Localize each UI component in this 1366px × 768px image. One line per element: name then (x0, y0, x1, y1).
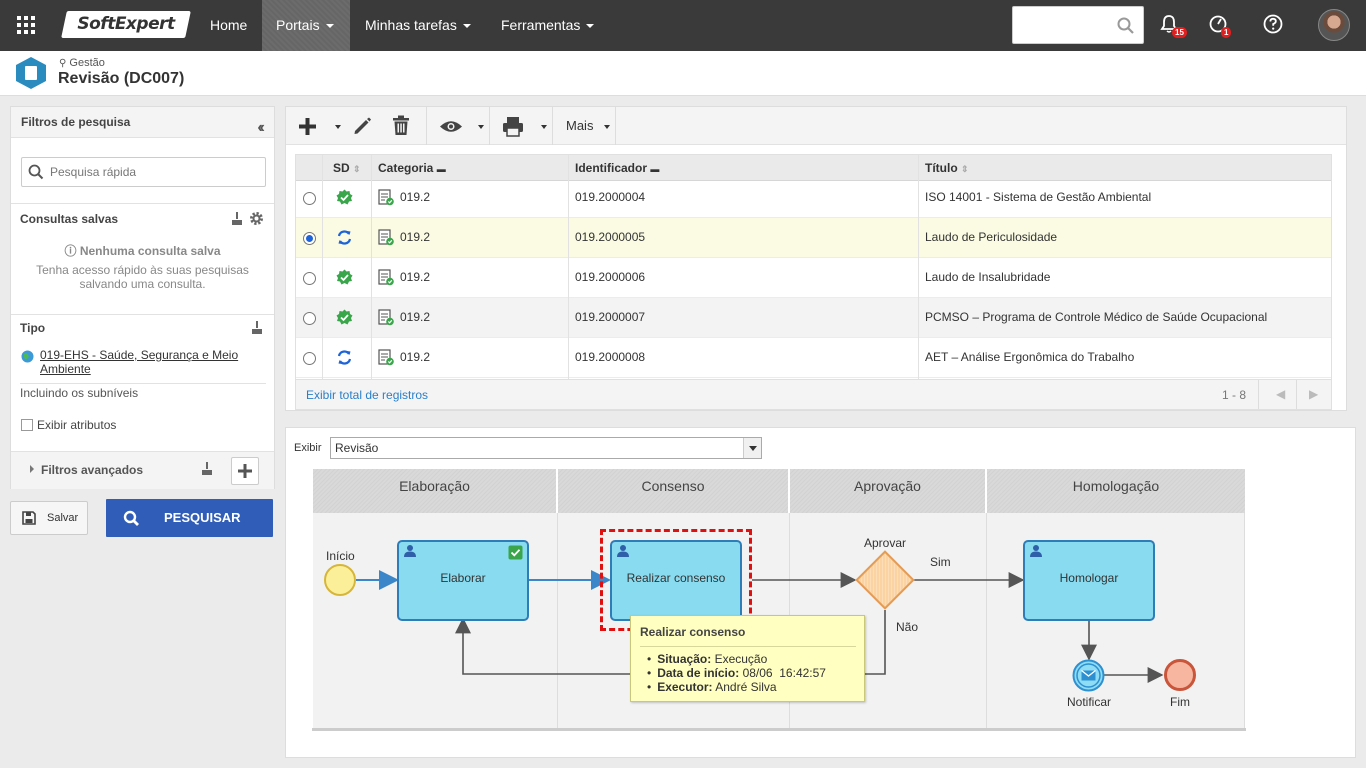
task-realizar-consenso-label: Realizar consenso (626, 571, 726, 585)
notify-event-label: Notificar (1067, 695, 1112, 709)
yes-flow-label: Sim (930, 555, 951, 569)
tooltip-details: Situação: Execução Data de início: 08/06… (647, 652, 826, 694)
user-task-icon (617, 545, 629, 557)
notify-event-envelope-icon[interactable] (1072, 659, 1105, 692)
tooltip-executor-label: Executor: (657, 680, 713, 694)
tooltip-inicio-value: 08/06 16:42:57 (742, 666, 826, 680)
end-event-label: Fim (1170, 695, 1190, 709)
tooltip-executor-value: André Silva (715, 680, 777, 694)
tooltip-executor: Executor: André Silva (647, 680, 826, 694)
user-task-icon (1030, 545, 1042, 557)
tooltip-title: Realizar consenso (640, 625, 746, 639)
gateway-label: Aprovar (864, 536, 907, 550)
tooltip-situacao-label: Situação: (657, 652, 712, 666)
completed-check-icon (508, 545, 523, 560)
task-elaborar-label: Elaborar (440, 571, 486, 585)
tooltip-situacao-value: Execução (714, 652, 768, 666)
tooltip-situacao: Situação: Execução (647, 652, 826, 666)
start-event-label: Início (326, 549, 355, 563)
end-event[interactable] (1164, 659, 1196, 691)
tooltip-divider (640, 646, 856, 647)
task-homologar-label: Homologar (1059, 571, 1119, 585)
tooltip-inicio: Data de início: 08/06 16:42:57 (647, 666, 826, 680)
no-flow-label: Não (896, 620, 919, 634)
start-event[interactable] (324, 564, 356, 596)
tooltip-inicio-label: Data de início: (657, 666, 740, 680)
user-task-icon (404, 545, 416, 557)
task-tooltip: Realizar consenso Situação: Execução Dat… (630, 615, 865, 702)
